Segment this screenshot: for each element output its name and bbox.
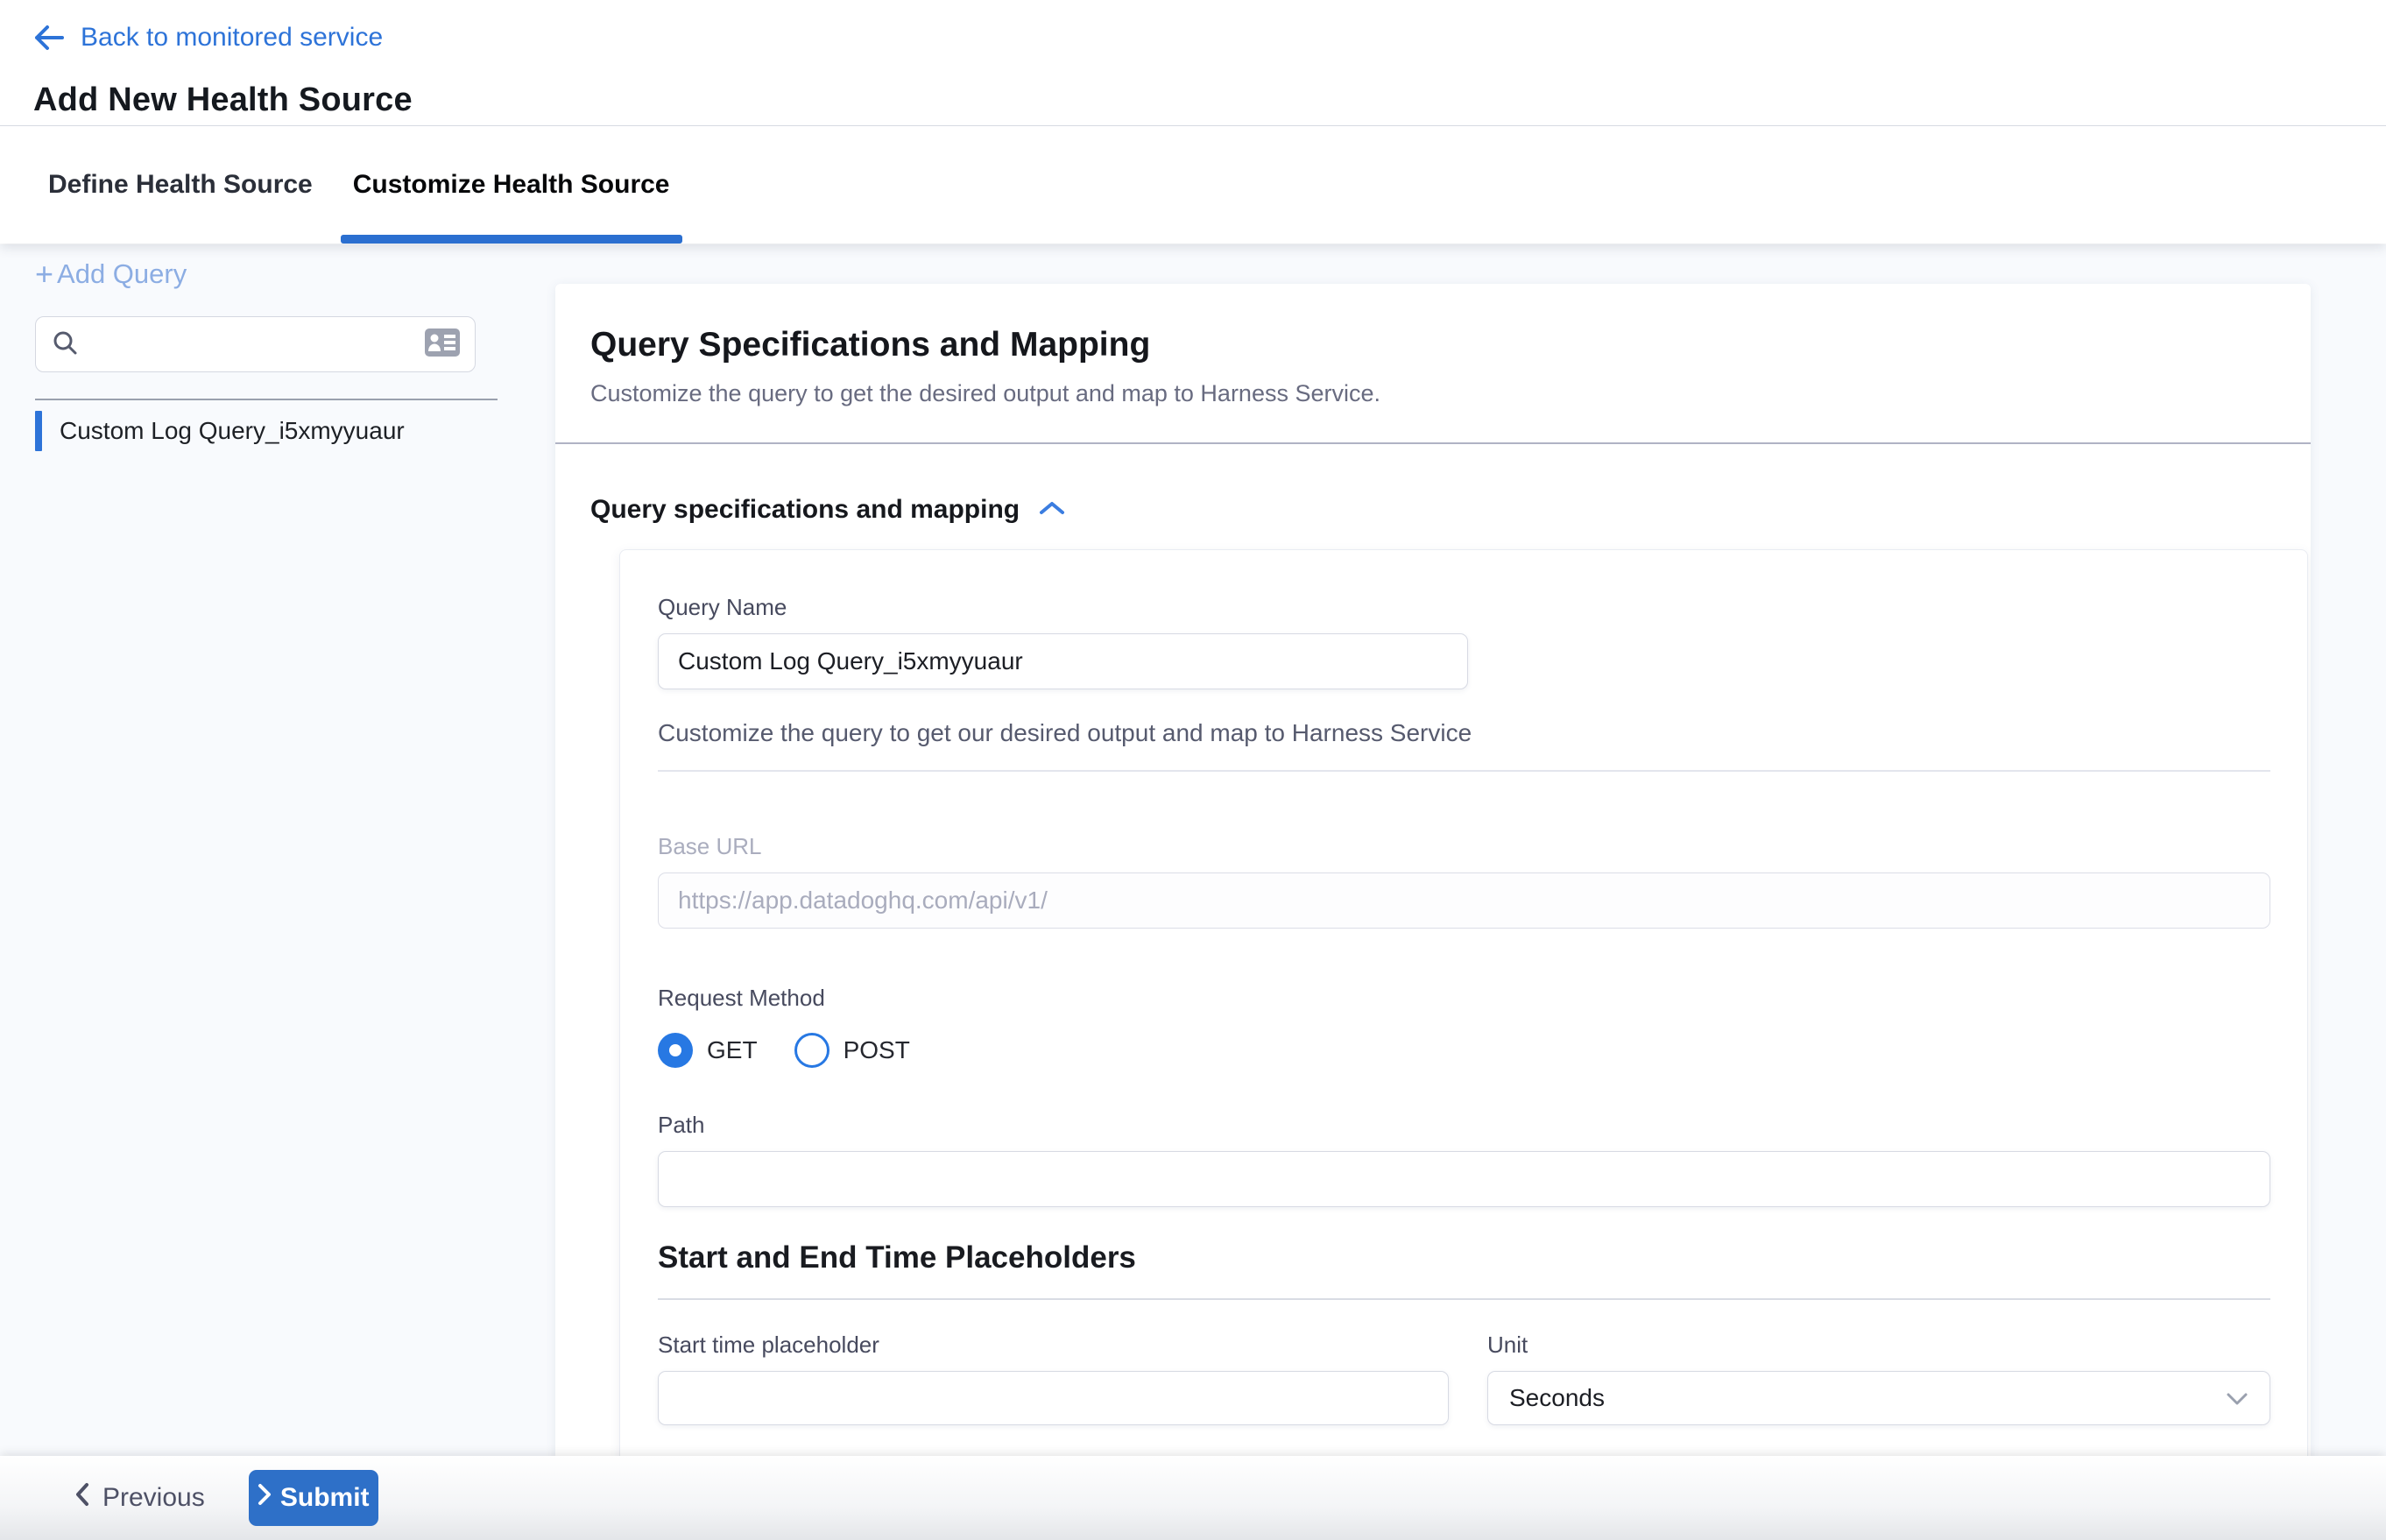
content-area: + Add Query	[0, 244, 2386, 1456]
selected-indicator-bar	[35, 411, 42, 451]
submit-button[interactable]: Submit	[249, 1470, 378, 1526]
query-name-label: Query Name	[658, 594, 2270, 621]
previous-button[interactable]: Previous	[74, 1482, 205, 1514]
start-time-label: Start time placeholder	[658, 1332, 1449, 1359]
unit-select-value: Seconds	[1509, 1384, 1605, 1412]
tab-define-health-source[interactable]: Define Health Source	[48, 126, 313, 244]
add-health-source-page: Back to monitored service Add New Health…	[0, 0, 2386, 1540]
placeholders-heading: Start and End Time Placeholders	[658, 1240, 2270, 1275]
query-item-label: Custom Log Query_i5xmyyuaur	[60, 417, 405, 445]
base-url-label: Base URL	[658, 833, 2270, 860]
back-link[interactable]: Back to monitored service	[33, 0, 383, 53]
unit-select[interactable]: Seconds	[1487, 1371, 2270, 1425]
request-method-radio-group: GET POST	[658, 1033, 2270, 1068]
query-spec-card: Query Specifications and Mapping Customi…	[555, 284, 2311, 1456]
wizard-footer: Previous Submit	[0, 1456, 2386, 1540]
page-header: Back to monitored service Add New Health…	[0, 0, 2386, 125]
chevron-up-icon	[1039, 499, 1065, 521]
health-source-tabs: Define Health Source Customize Health So…	[0, 125, 2386, 244]
path-label: Path	[658, 1112, 2270, 1139]
start-time-input[interactable]	[658, 1371, 1449, 1425]
path-input[interactable]	[658, 1151, 2270, 1207]
placeholders-divider	[658, 1298, 2270, 1300]
query-search-box	[35, 316, 476, 372]
card-subtitle: Customize the query to get the desired o…	[590, 380, 2276, 407]
query-search-input[interactable]	[90, 331, 412, 358]
unit-field: Unit Seconds	[1487, 1332, 2270, 1425]
main-panel: Query Specifications and Mapping Customi…	[555, 244, 2386, 1456]
chevron-down-icon	[2226, 1384, 2248, 1412]
form-divider	[658, 770, 2270, 772]
query-sidebar: + Add Query	[0, 244, 555, 1456]
query-spec-form-panel: Query Name Customize the query to get ou…	[619, 549, 2308, 1456]
back-link-label: Back to monitored service	[81, 23, 383, 53]
base-url-input	[658, 872, 2270, 929]
submit-button-label: Submit	[280, 1483, 370, 1513]
section-heading-row: Query specifications and mapping	[555, 444, 2311, 525]
chevron-right-icon	[258, 1483, 272, 1513]
query-name-help-text: Customize the query to get our desired o…	[658, 719, 2270, 747]
unit-label: Unit	[1487, 1332, 2270, 1359]
start-time-field: Start time placeholder	[658, 1332, 1449, 1425]
card-header: Query Specifications and Mapping Customi…	[555, 284, 2311, 407]
section-heading: Query specifications and mapping	[590, 495, 1020, 525]
search-icon	[52, 329, 78, 360]
previous-button-label: Previous	[102, 1483, 205, 1513]
add-query-label: Add Query	[57, 258, 187, 290]
request-method-label: Request Method	[658, 985, 2270, 1012]
radio-get[interactable]	[658, 1033, 693, 1068]
sidebar-divider	[35, 399, 498, 400]
card-title: Query Specifications and Mapping	[590, 326, 2276, 364]
collapse-section-toggle[interactable]	[1039, 499, 1065, 521]
radio-get-label: GET	[707, 1036, 758, 1064]
radio-post-label: POST	[844, 1036, 910, 1064]
radio-post[interactable]	[794, 1033, 829, 1068]
chevron-left-icon	[74, 1482, 90, 1514]
placeholders-row: Start time placeholder Unit Seconds	[658, 1332, 2270, 1425]
contact-card-icon[interactable]	[424, 328, 461, 362]
plus-icon: +	[35, 258, 53, 290]
add-query-button[interactable]: + Add Query	[35, 258, 187, 290]
query-name-input[interactable]	[658, 633, 1468, 689]
query-list-item-selected[interactable]: Custom Log Query_i5xmyyuaur	[35, 411, 555, 451]
back-arrow-icon	[33, 25, 65, 51]
page-title: Add New Health Source	[33, 81, 2386, 119]
tab-customize-health-source[interactable]: Customize Health Source	[353, 126, 670, 244]
